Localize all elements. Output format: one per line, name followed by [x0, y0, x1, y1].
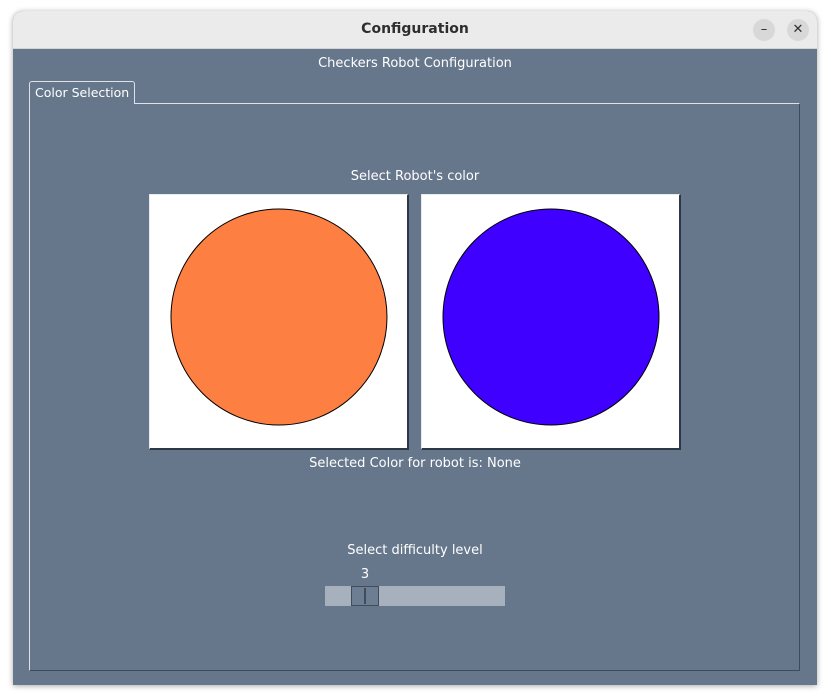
minimize-button[interactable]: – — [753, 19, 775, 41]
blue-circle — [442, 208, 660, 426]
color-option-blue[interactable] — [421, 194, 681, 450]
color-prompt: Select Robot's color — [350, 169, 480, 184]
title-bar[interactable]: Configuration – ✕ — [13, 11, 817, 49]
tab-gap — [30, 103, 130, 105]
close-icon: ✕ — [792, 22, 804, 37]
color-option-orange[interactable] — [149, 194, 409, 450]
page-title: Checkers Robot Configuration — [318, 56, 512, 71]
difficulty-slider[interactable] — [325, 586, 505, 606]
minimize-icon: – — [760, 22, 768, 37]
difficulty-value: 3 — [360, 567, 370, 582]
orange-circle-canvas — [170, 208, 388, 426]
window-title: Configuration — [361, 21, 469, 37]
tab-color-selection[interactable]: Color Selection — [29, 81, 136, 104]
slider-handle[interactable] — [351, 586, 379, 606]
blue-circle-canvas — [442, 208, 660, 426]
selected-color-status: Selected Color for robot is: None — [309, 456, 521, 471]
configuration-window: Configuration – ✕ Checkers Robot Configu… — [13, 11, 817, 685]
orange-circle — [170, 208, 388, 426]
slider-grip-icon — [364, 588, 366, 604]
difficulty-prompt: Select difficulty level — [347, 543, 483, 558]
close-button[interactable]: ✕ — [787, 19, 809, 41]
